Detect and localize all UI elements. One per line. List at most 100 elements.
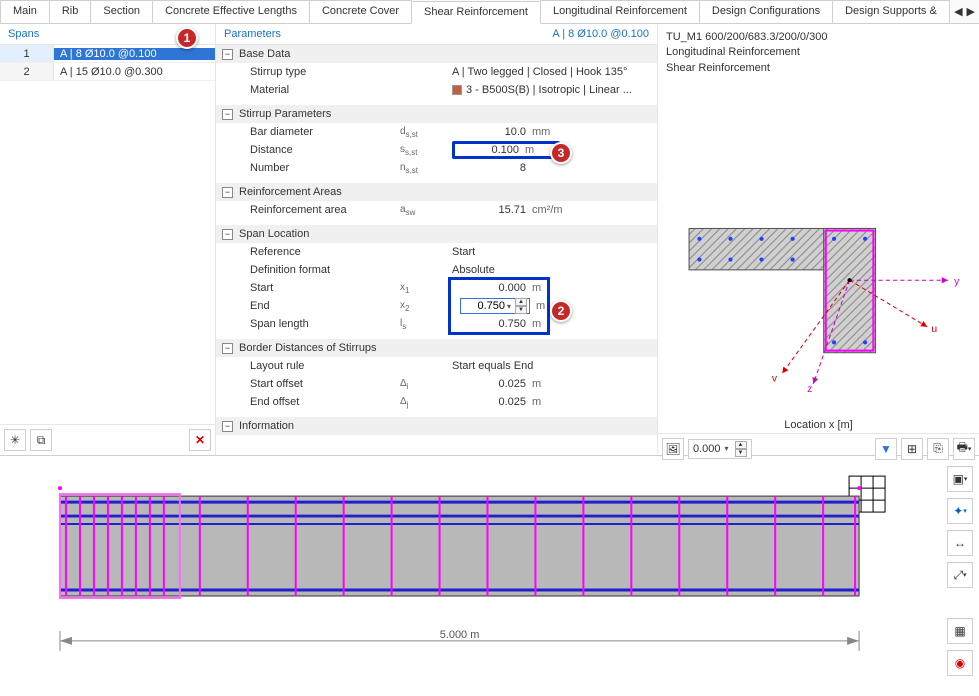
collapse-icon[interactable]: −	[222, 343, 233, 354]
prop-symbol: Δi	[400, 378, 452, 391]
tab-longitudinal[interactable]: Longitudinal Reinforcement	[540, 0, 700, 23]
prop-label: End	[250, 300, 400, 312]
collapse-icon[interactable]: −	[222, 49, 233, 60]
collapse-icon[interactable]: −	[222, 187, 233, 198]
step-up-icon[interactable]: ▲	[735, 441, 747, 449]
dropdown-icon[interactable]: ▾	[725, 444, 729, 453]
prop-symbol: x1	[400, 282, 452, 295]
step-down-icon[interactable]: ▼	[515, 306, 527, 314]
distance-value-highlight: 0.100m	[452, 141, 560, 159]
dropdown-icon[interactable]: ▾	[507, 302, 511, 311]
collapse-icon[interactable]: −	[222, 421, 233, 432]
span-length-value: 0.750	[452, 318, 532, 330]
prop-label: Stirrup type	[250, 66, 400, 78]
axis-z-label: z	[807, 384, 812, 395]
prop-symbol: x2	[400, 300, 452, 313]
group-title: Base Data	[239, 48, 290, 60]
prop-label: Reference	[250, 246, 400, 258]
number-value[interactable]: 8	[452, 162, 532, 174]
prop-unit: m	[532, 378, 592, 390]
prop-label: Number	[250, 162, 400, 174]
tab-cover[interactable]: Concrete Cover	[309, 0, 412, 23]
view-axes-button[interactable]: ✦▾	[947, 498, 973, 524]
tab-shear[interactable]: Shear Reinforcement	[411, 1, 541, 24]
spans-panel: Spans 1 A | 8 Ø10.0 @0.100 2 A | 15 Ø10.…	[0, 24, 216, 455]
parameters-panel: Parameters A | 8 Ø10.0 @0.100 −Base Data…	[216, 24, 658, 455]
group-base-data[interactable]: −Base Data	[216, 45, 657, 63]
preview-title-2: Longitudinal Reinforcement	[666, 45, 971, 60]
collapse-icon[interactable]: −	[222, 229, 233, 240]
prop-label: End offset	[250, 396, 400, 408]
prop-symbol: ss,st	[400, 144, 452, 157]
prop-label: Reinforcement area	[250, 204, 400, 216]
end-value-field[interactable]	[463, 300, 505, 312]
material-value[interactable]: 3 - B500S(B) | Isotropic | Linear ...	[452, 84, 657, 96]
group-border-distances[interactable]: −Border Distances of Stirrups	[216, 339, 657, 357]
definition-format-value[interactable]: Absolute	[452, 264, 657, 276]
new-span-button[interactable]: ✳	[4, 429, 26, 451]
beam-view: 5.000 m ▣▾ ✦▾ ↔ ⤢▾ ▦ ◉	[0, 456, 979, 686]
end-offset-value[interactable]: 0.025	[452, 396, 532, 408]
group-title: Information	[239, 420, 294, 432]
view-3d-button[interactable]: ▣▾	[947, 466, 973, 492]
prop-unit: cm²/m	[532, 204, 592, 216]
end-value-input[interactable]: ▾ ▲▼	[460, 298, 530, 314]
view-measure-button[interactable]: ↔	[947, 530, 973, 556]
span-row-label: A | 8 Ø10.0 @0.100	[54, 48, 215, 60]
bar-diameter-value[interactable]: 10.0	[452, 126, 532, 138]
group-title: Reinforcement Areas	[239, 186, 342, 198]
group-title: Stirrup Parameters	[239, 108, 331, 120]
material-swatch-icon	[452, 85, 462, 95]
parameters-title: Parameters	[224, 28, 281, 40]
prop-symbol: ds,st	[400, 126, 452, 139]
prop-label: Material	[250, 84, 400, 96]
stirrup-type-value[interactable]: A | Two legged | Closed | Hook 135°	[452, 66, 657, 78]
delete-span-button[interactable]: ✕	[189, 429, 211, 451]
prop-unit: mm	[532, 126, 592, 138]
tabs-scroll-left-icon[interactable]: ◀	[954, 5, 962, 18]
prop-symbol: ls	[400, 318, 452, 331]
spans-list: 1 A | 8 Ø10.0 @0.100 2 A | 15 Ø10.0 @0.3…	[0, 45, 215, 424]
span-row-label: A | 15 Ø10.0 @0.300	[54, 66, 215, 78]
copy-span-button[interactable]: ⧉	[30, 429, 52, 451]
group-span-location[interactable]: −Span Location	[216, 225, 657, 243]
view-tool-b[interactable]: ◉	[947, 650, 973, 676]
distance-value[interactable]: 0.100	[457, 144, 525, 156]
group-title: Border Distances of Stirrups	[239, 342, 377, 354]
tab-design-supports[interactable]: Design Supports &	[832, 0, 950, 23]
span-row[interactable]: 2 A | 15 Ø10.0 @0.300	[0, 63, 215, 81]
group-reinf-areas[interactable]: −Reinforcement Areas	[216, 183, 657, 201]
prop-symbol: ns,st	[400, 162, 452, 175]
prop-symbol: asw	[400, 204, 452, 217]
preview-panel: TU_M1 600/200/683.3/200/0/300 Longitudin…	[658, 24, 979, 455]
view-snap-button[interactable]: ⤢▾	[947, 562, 973, 588]
group-stirrup-params[interactable]: −Stirrup Parameters	[216, 105, 657, 123]
prop-label: Layout rule	[250, 360, 400, 372]
start-value[interactable]: 0.000	[452, 282, 532, 294]
tabs-scroll-right-icon[interactable]: ▶	[967, 5, 975, 18]
reference-value[interactable]: Start	[452, 246, 657, 258]
beam-elevation[interactable]: 5.000 m	[50, 466, 929, 676]
section-preview[interactable]: y u v z	[658, 82, 979, 416]
callout-2: 2	[550, 300, 572, 322]
span-row-num: 1	[0, 45, 54, 62]
tab-rib[interactable]: Rib	[49, 0, 92, 23]
preview-title-3: Shear Reinforcement	[666, 61, 971, 76]
prop-unit: m	[532, 282, 592, 294]
start-offset-value[interactable]: 0.025	[452, 378, 532, 390]
tab-eff-lengths[interactable]: Concrete Effective Lengths	[152, 0, 310, 23]
tab-design-config[interactable]: Design Configurations	[699, 0, 833, 23]
layout-rule-value[interactable]: Start equals End	[452, 360, 657, 372]
group-information[interactable]: −Information	[216, 417, 657, 435]
tab-main[interactable]: Main	[0, 0, 50, 23]
step-up-icon[interactable]: ▲	[515, 298, 527, 306]
collapse-icon[interactable]: −	[222, 109, 233, 120]
axis-u-label: u	[931, 324, 937, 335]
prop-label: Distance	[250, 144, 400, 156]
prop-label: Span length	[250, 318, 400, 330]
group-title: Span Location	[239, 228, 309, 240]
view-tool-a[interactable]: ▦	[947, 618, 973, 644]
tab-bar: Main Rib Section Concrete Effective Leng…	[0, 0, 979, 24]
tab-section[interactable]: Section	[90, 0, 153, 23]
reinforcement-area-value: 15.71	[452, 204, 532, 216]
